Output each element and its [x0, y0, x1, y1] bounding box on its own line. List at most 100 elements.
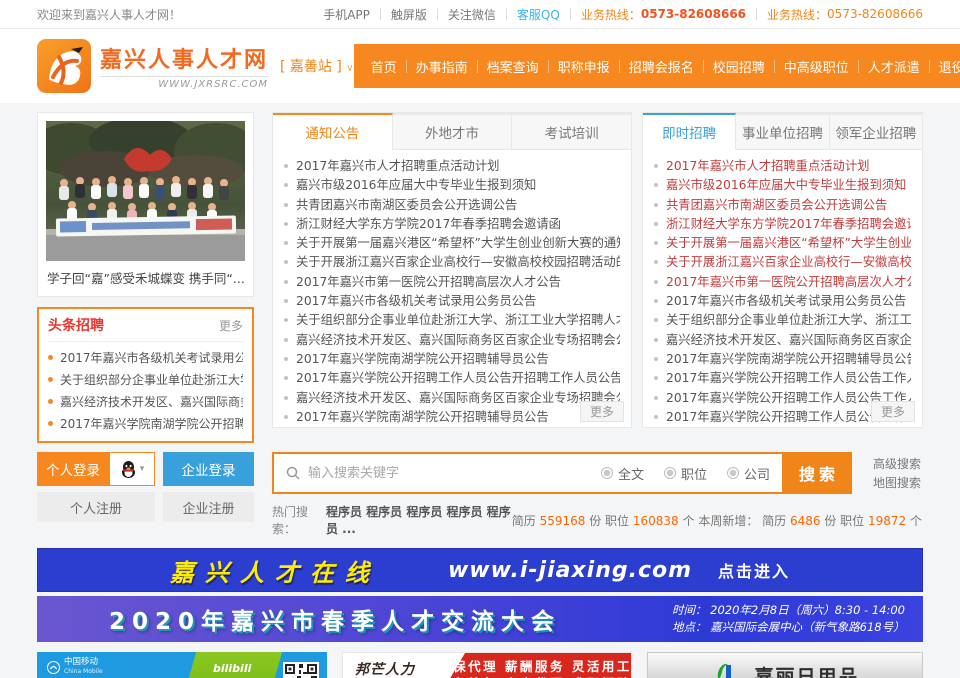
- recruit-item[interactable]: 嘉兴经济技术开发区、嘉兴国际商务区百家企业专...: [654, 331, 911, 350]
- search-input[interactable]: [308, 466, 581, 481]
- bullet-icon: [654, 203, 658, 207]
- recruit-item[interactable]: 2017年嘉兴市各级机关考试录用公务员公告: [654, 292, 911, 311]
- nav-guide[interactable]: 办事指南: [407, 57, 477, 76]
- nav-senior-jobs[interactable]: 中高级职位: [775, 57, 858, 76]
- recruit-item[interactable]: 2017年嘉兴学院南湖学院公开招聘辅导员公告: [654, 350, 911, 369]
- bullet-icon: [284, 164, 288, 168]
- scope-company-radio[interactable]: 公司: [727, 464, 770, 483]
- headline-more-link[interactable]: 更多: [219, 317, 243, 334]
- tab-notices[interactable]: 通知公告: [273, 113, 393, 150]
- site-header: 嘉兴人事人才网 WWW.JXRSRC.COM [ 嘉善站 ] ∨ 首页 办事指南…: [0, 29, 960, 103]
- recruit-item[interactable]: 2017年嘉兴市人才招聘重点活动计划: [654, 157, 911, 176]
- recruit-item[interactable]: 关于开展浙江嘉兴百家企业高校行—安徽高校校园...: [654, 253, 911, 272]
- tab-public-institution[interactable]: 事业单位招聘: [736, 113, 829, 150]
- advanced-search-link[interactable]: 高级搜索: [873, 455, 921, 474]
- notice-item[interactable]: 共青团嘉兴市南湖区委员会公开选调公告: [284, 196, 620, 215]
- qq-penguin-icon: [120, 460, 137, 479]
- qq-login-dropdown[interactable]: ▾: [109, 452, 155, 486]
- photo-caption[interactable]: 学子回“嘉”感受禾城蝶变 携手同“...: [46, 261, 245, 288]
- headline-item[interactable]: 关于组织部分企事业单位赴浙江大学...: [48, 369, 243, 391]
- divider: [506, 8, 507, 20]
- bullet-icon: [654, 376, 658, 380]
- jiaxing-talent-online-banner[interactable]: 嘉兴人才在线 www.i-jiaxing.com 点击进入: [37, 548, 923, 592]
- personal-login-button[interactable]: 个人登录: [37, 452, 109, 486]
- headline-item[interactable]: 嘉兴经济技术开发区、嘉兴国际商务...: [48, 391, 243, 413]
- notice-item[interactable]: 浙江财经大学东方学院2017年春季招聘会邀请函: [284, 215, 620, 234]
- notice-item[interactable]: 2017年嘉兴学院南湖学院公开招聘辅导员公告: [284, 350, 620, 369]
- search-button[interactable]: 搜索: [782, 452, 852, 494]
- bangmang-services-line1: 社保代理 薪酬服务 灵活用工: [438, 658, 632, 675]
- recruit-item[interactable]: 2017年嘉兴市第一医院公开招聘高层次人才公告: [654, 273, 911, 292]
- link-service-qq[interactable]: 客服QQ: [517, 6, 560, 23]
- spring-jobfair-banner[interactable]: 2020年嘉兴市春季人才交流大会 时间： 2020年2月8日（周六）8:30 -…: [37, 596, 923, 642]
- recruit-item[interactable]: 共青团嘉兴市南湖区委员会公开选调公告: [654, 196, 911, 215]
- notice-item[interactable]: 嘉兴经济技术开发区、嘉兴国际商务区百家企业专场招聘会公告: [284, 389, 620, 408]
- notice-item[interactable]: 2017年嘉兴学院公开招聘工作人员公告开招聘工作人员公告开...: [284, 369, 620, 388]
- bullet-icon: [654, 318, 658, 322]
- notice-item[interactable]: 关于组织部分企事业单位赴浙江大学、浙江工业大学招聘人才的...: [284, 311, 620, 330]
- notice-item[interactable]: 2017年嘉兴市各级机关考试录用公务员公告: [284, 292, 620, 311]
- recruit-item[interactable]: 2017年嘉兴学院公开招聘工作人员公告工作人员...: [654, 369, 911, 388]
- nav-campus[interactable]: 校园招聘: [704, 57, 774, 76]
- chevron-down-icon: ∨: [346, 63, 353, 74]
- nav-title-declare[interactable]: 职称申报: [549, 57, 619, 76]
- tab-exam-training[interactable]: 考试培训: [512, 113, 631, 150]
- china-mobile-ad[interactable]: 中国移动China Mobile 移动花卡 bilibili 季度会员: [37, 652, 327, 678]
- notice-item[interactable]: 嘉兴经济技术开发区、嘉兴国际商务区百家企业专场招聘会公告: [284, 331, 620, 350]
- bullet-icon: [284, 376, 288, 380]
- tab-leading-company[interactable]: 领军企业招聘: [830, 113, 922, 150]
- bullet-icon: [654, 415, 658, 419]
- company-login-button[interactable]: 企业登录: [163, 452, 254, 486]
- link-mobile-app[interactable]: 手机APP: [323, 6, 370, 23]
- recruit-item[interactable]: 关于组织部分企事业单位赴浙江大学、浙江工业大...: [654, 311, 911, 330]
- bullet-icon: [654, 164, 658, 168]
- news-photo-card[interactable]: 学子回“嘉”感受禾城蝶变 携手同“...: [37, 112, 254, 297]
- notice-item[interactable]: 2017年嘉兴市第一医院公开招聘高层次人才公告: [284, 273, 620, 292]
- notice-item[interactable]: 关于开展浙江嘉兴百家企业高校行—安徽高校校园招聘活动的通...: [284, 253, 620, 272]
- bullet-icon: [654, 357, 658, 361]
- scope-position-radio[interactable]: 职位: [664, 464, 707, 483]
- tab-instant-recruit[interactable]: 即时招聘: [643, 113, 736, 150]
- nav-home[interactable]: 首页: [362, 57, 406, 76]
- site-logo-icon[interactable]: [37, 39, 91, 93]
- site-logo-text[interactable]: 嘉兴人事人才网 WWW.JXRSRC.COM: [100, 42, 268, 90]
- hot-search-keywords[interactable]: 程序员 程序员 程序员 程序员 程序员 ...: [326, 503, 512, 537]
- bullet-icon: [48, 421, 53, 426]
- recruit-more-button[interactable]: 更多: [871, 401, 915, 422]
- bullet-icon: [48, 399, 53, 404]
- personal-register-button[interactable]: 个人注册: [37, 492, 155, 522]
- notice-item[interactable]: 嘉兴市级2016年应届大中专毕业生报到须知: [284, 176, 620, 195]
- banner1-action: 点击进入: [718, 558, 790, 582]
- nav-archive-query[interactable]: 档案查询: [478, 57, 548, 76]
- bangmang-hr-ad[interactable]: 邦芒人力 50bm.com 社保代理 薪酬服务 灵活用工 业务外包 人事代理 求…: [342, 652, 632, 678]
- jaly-logo: JALY: [710, 660, 744, 678]
- notice-item[interactable]: 2017年嘉兴市人才招聘重点活动计划: [284, 157, 620, 176]
- radio-icon: [727, 467, 739, 479]
- recruit-item[interactable]: 关于开展第一届嘉兴港区“希望杯”大学生创业创...: [654, 234, 911, 253]
- recruit-item[interactable]: 嘉兴市级2016年应届大中专毕业生报到须知: [654, 176, 911, 195]
- headline-item[interactable]: 2017年嘉兴市各级机关考试录用公务...: [48, 347, 243, 369]
- nav-dispatch[interactable]: 人才派遣: [859, 57, 929, 76]
- station-selector[interactable]: [ 嘉善站 ] ∨: [280, 56, 354, 76]
- notice-item[interactable]: 关于开展第一届嘉兴港区“希望杯”大学生创业创新大赛的通知: [284, 234, 620, 253]
- nav-veteran[interactable]: 退役军人招聘: [930, 57, 960, 76]
- recruit-item[interactable]: 浙江财经大学东方学院2017年春季招聘会邀请函: [654, 215, 911, 234]
- nav-jobfair-signup[interactable]: 招聘会报名: [620, 57, 703, 76]
- recruit-list: 2017年嘉兴市人才招聘重点活动计划 嘉兴市级2016年应届大中专毕业生报到须知…: [643, 150, 922, 427]
- bullet-icon: [654, 396, 658, 400]
- tab-outside-market[interactable]: 外地才市: [393, 113, 513, 150]
- map-search-link[interactable]: 地图搜索: [873, 474, 921, 493]
- link-touch-version[interactable]: 触屏版: [391, 6, 427, 23]
- hotline-number: 0573-82608666: [827, 7, 923, 21]
- headline-item[interactable]: 2017年嘉兴学院南湖学院公开招聘辅...: [48, 413, 243, 435]
- scope-fulltext-radio[interactable]: 全文: [601, 464, 644, 483]
- jaly-ad[interactable]: JALY 嘉丽日用品: [647, 652, 923, 678]
- company-register-button[interactable]: 企业注册: [163, 492, 254, 522]
- notice-more-button[interactable]: 更多: [580, 401, 624, 422]
- banner2-info: 时间： 2020年2月8日（周六）8:30 - 14:00 地点： 嘉兴国际会展…: [672, 602, 905, 636]
- link-wechat[interactable]: 关注微信: [448, 6, 496, 23]
- bullet-icon: [284, 357, 288, 361]
- notice-item[interactable]: 2017年嘉兴学院南湖学院公开招聘辅导员公告: [284, 408, 620, 427]
- bullet-icon: [48, 355, 53, 360]
- china-mobile-logo: 中国移动China Mobile: [47, 658, 103, 676]
